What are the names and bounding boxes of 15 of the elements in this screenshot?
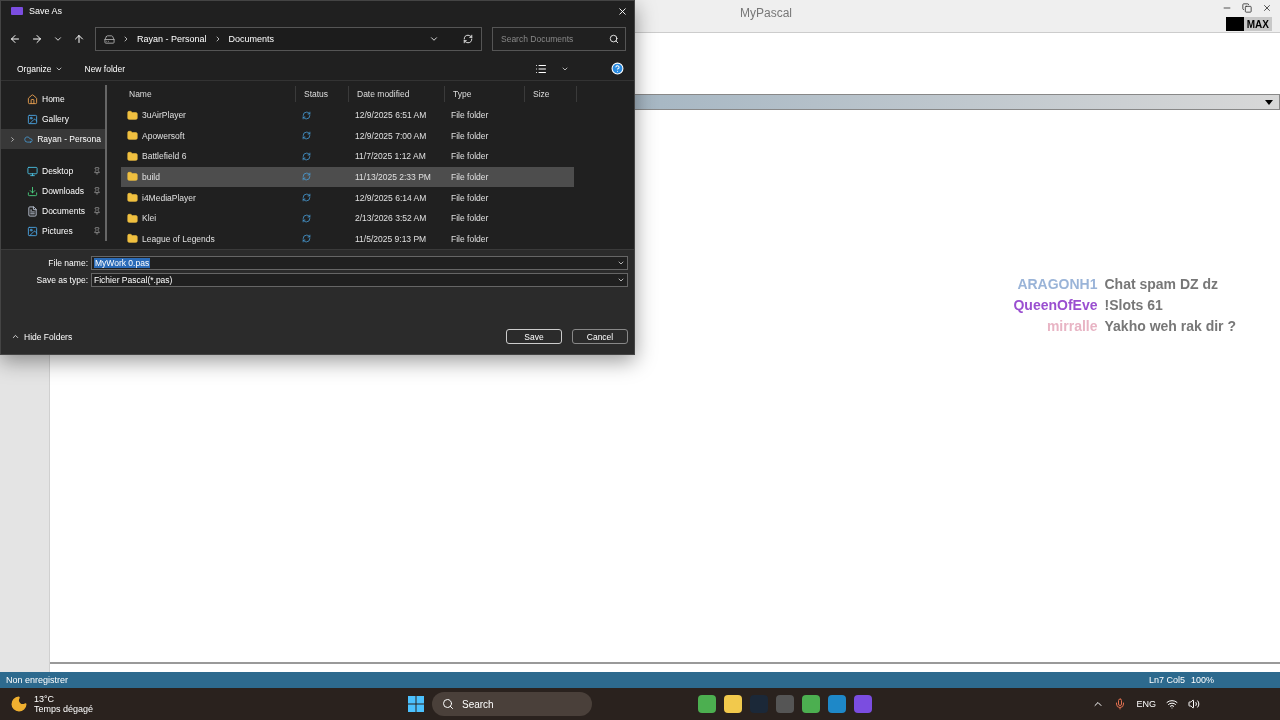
chat-username: mirralle bbox=[1045, 318, 1098, 334]
app-title: MyPascal bbox=[740, 6, 792, 22]
cursor-position: Ln7 Col5 bbox=[1148, 675, 1185, 685]
zoom-level: 100% bbox=[1190, 675, 1214, 685]
save-status: Non enregistrer bbox=[6, 675, 69, 685]
chat-username: QueenOfEve bbox=[1013, 297, 1098, 313]
temperature: 13°C bbox=[34, 694, 56, 704]
weather-text: Temps dégagé bbox=[34, 704, 94, 714]
chat-message: Chat spam DZ dz bbox=[1104, 276, 1220, 292]
field-label: Save as type: bbox=[35, 275, 89, 285]
chat-username: ARAGONH1 bbox=[1016, 276, 1098, 292]
dialog-title: Save As bbox=[29, 6, 63, 16]
chat-message: !Slots 61 bbox=[1104, 297, 1164, 313]
chat-message: Yakho weh rak dir ? bbox=[1104, 318, 1236, 334]
field-label: File name: bbox=[47, 258, 89, 268]
